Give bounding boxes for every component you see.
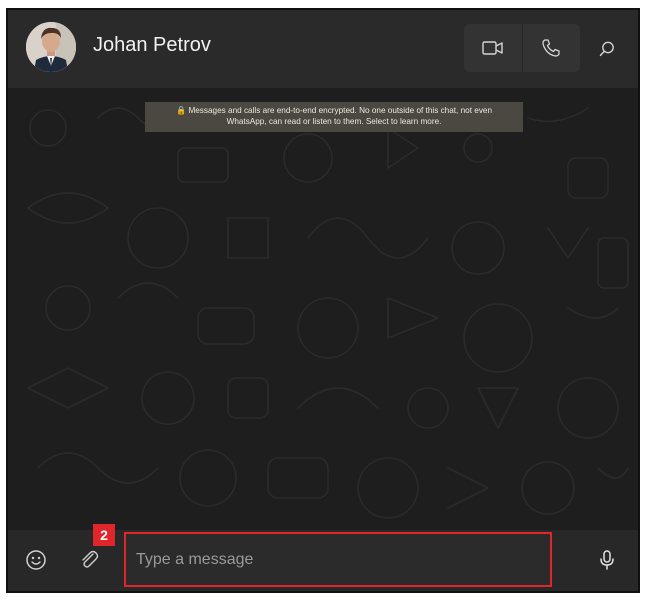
contact-name[interactable]: Johan Petrov xyxy=(93,34,211,57)
call-button-group xyxy=(464,24,580,72)
encryption-notice[interactable]: 🔒 Messages and calls are end-to-end encr… xyxy=(145,102,523,132)
chat-header: Johan Petrov xyxy=(8,10,638,88)
encryption-notice-line2: WhatsApp, can read or listen to them. Se… xyxy=(226,117,442,126)
video-camera-icon xyxy=(482,41,503,55)
encryption-notice-line1: 🔒 Messages and calls are end-to-end encr… xyxy=(175,106,493,115)
emoji-icon xyxy=(26,550,46,570)
paperclip-icon xyxy=(82,550,99,568)
emoji-button[interactable] xyxy=(21,545,51,575)
search-button[interactable] xyxy=(590,32,624,66)
phone-icon xyxy=(542,39,560,57)
chat-wallpaper-doodles xyxy=(27,107,629,519)
search-icon xyxy=(599,41,614,57)
message-input[interactable] xyxy=(124,532,552,587)
chat-window: Johan Petrov 🔒 Messages and calls are en… xyxy=(6,8,640,593)
attach-button[interactable] xyxy=(74,545,104,575)
video-call-button[interactable] xyxy=(464,24,522,72)
step-number-badge: 2 xyxy=(93,524,115,546)
voice-message-button[interactable] xyxy=(592,545,622,575)
voice-call-button[interactable] xyxy=(522,24,580,72)
chat-message-area[interactable]: 🔒 Messages and calls are end-to-end encr… xyxy=(8,88,638,534)
microphone-icon xyxy=(600,550,614,570)
contact-avatar[interactable] xyxy=(26,22,76,72)
avatar-photo-icon xyxy=(26,22,76,72)
